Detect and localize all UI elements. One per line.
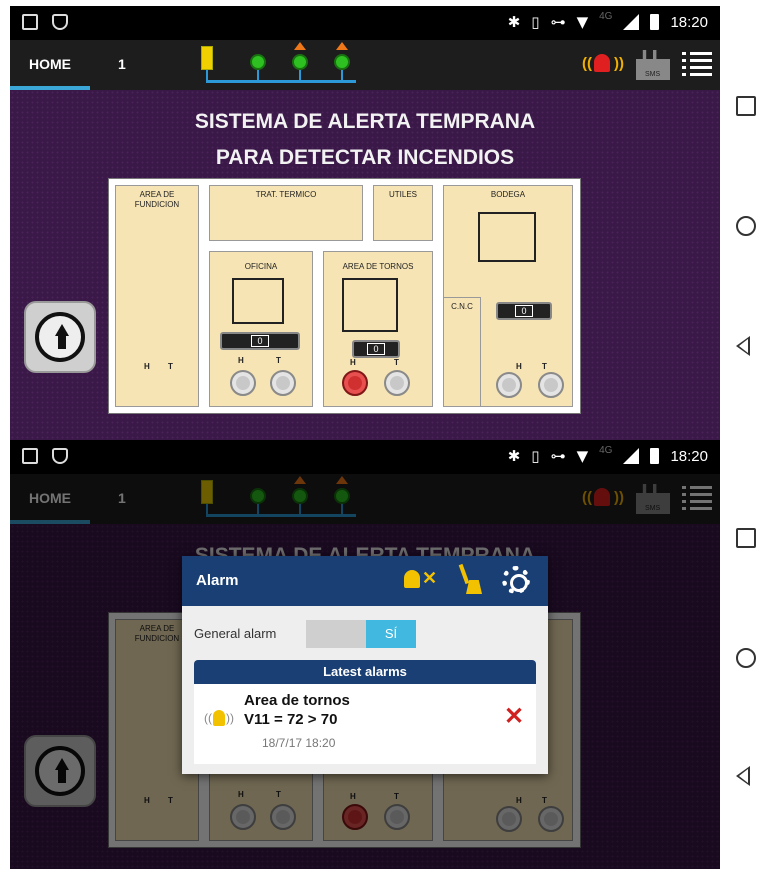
android-nav-bar <box>720 6 767 440</box>
green-light-icon <box>292 54 308 70</box>
warning-triangle-icon <box>294 42 306 50</box>
shield-notification-icon <box>52 448 68 464</box>
network-type: 4G <box>599 444 613 456</box>
tornos-marker <box>342 278 398 332</box>
room-trat-termico: TRAT. TERMICO <box>209 185 363 241</box>
app-toolbar: HOME 1 (()) SMS <box>10 40 720 90</box>
android-nav-bar <box>720 440 767 869</box>
temperature-sensor-knob <box>270 370 296 396</box>
vibrate-icon: ▯ <box>531 13 540 31</box>
ringing-bell-icon: (()) <box>204 710 234 726</box>
room-cnc: C.N.C <box>443 297 481 407</box>
up-button[interactable] <box>24 301 96 373</box>
image-notification-icon <box>22 448 38 464</box>
general-alarm-toggle[interactable]: SÍ <box>306 620 416 648</box>
menu-list-icon[interactable] <box>682 52 712 78</box>
signal-icon <box>623 448 640 464</box>
app-screen-top: ✱ ▯ ⊶ ▼ 4G 18:20 HOME 1 (()) SMS SISTEM… <box>10 6 720 440</box>
toggle-on-state: SÍ <box>366 620 416 648</box>
vibrate-icon: ▯ <box>531 447 540 465</box>
back-triangle-icon[interactable] <box>736 766 750 786</box>
signal-icon <box>623 14 640 30</box>
alarm-dialog: Alarm ✕ General alarm SÍ Latest alarms (… <box>182 556 548 774</box>
alarm-timestamp: 18/7/17 18:20 <box>262 736 336 750</box>
recent-apps-icon[interactable] <box>736 528 756 548</box>
main-content: SISTEMA DE ALERTA TEMPRANA PARA DETECTAR… <box>10 90 720 440</box>
temperature-sensor-knob <box>384 370 410 396</box>
clock: 18:20 <box>670 13 708 31</box>
tab-1[interactable]: 1 <box>118 40 138 90</box>
image-notification-icon <box>22 14 38 30</box>
wifi-icon: ▼ <box>576 13 589 31</box>
home-circle-icon[interactable] <box>736 216 756 236</box>
broom-clear-icon[interactable] <box>458 563 484 596</box>
home-circle-icon[interactable] <box>736 648 756 668</box>
close-icon[interactable]: ✕ <box>504 702 524 731</box>
mute-bell-icon[interactable]: ✕ <box>402 568 442 594</box>
alarm-bell-icon[interactable]: (()) <box>582 50 624 80</box>
alarm-list-item[interactable]: (()) Area de tornos V11 = 72 > 70 18/7/1… <box>194 684 536 764</box>
traffic-lights-indicator <box>196 42 366 86</box>
bluetooth-icon: ✱ <box>507 13 521 31</box>
oficina-readout: 0 <box>220 332 300 350</box>
room-fundicion: AREA DE FUNDICION H T <box>115 185 199 407</box>
phone-screenshot-top: ✱ ▯ ⊶ ▼ 4G 18:20 HOME 1 (()) SMS SISTEM… <box>0 6 767 440</box>
bodega-readout: 0 <box>496 302 552 320</box>
tab-home[interactable]: HOME <box>10 40 90 90</box>
humidity-sensor-knob <box>230 370 256 396</box>
temperature-sensor-knob <box>538 372 564 398</box>
tornos-readout: 0 <box>352 340 400 358</box>
humidity-sensor-knob <box>496 372 522 398</box>
network-type: 4G <box>599 10 613 22</box>
page-title-line1: SISTEMA DE ALERTA TEMPRANA <box>194 110 536 133</box>
latest-alarms-header: Latest alarms <box>194 660 536 684</box>
battery-icon <box>650 14 660 30</box>
bluetooth-icon: ✱ <box>507 447 521 465</box>
alarm-value: V11 = 72 > 70 <box>244 711 338 728</box>
recent-apps-icon[interactable] <box>736 96 756 116</box>
battery-icon <box>650 448 660 464</box>
yellow-light-icon <box>201 46 213 70</box>
clock: 18:20 <box>670 447 708 465</box>
gear-icon[interactable] <box>502 566 530 594</box>
key-icon: ⊶ <box>550 13 566 31</box>
room-tornos: AREA DE TORNOS 0 H T <box>323 251 433 407</box>
general-alarm-label: General alarm <box>194 626 277 641</box>
room-utiles: UTILES <box>373 185 433 241</box>
green-light-icon <box>334 54 350 70</box>
page-title-line2: PARA DETECTAR INCENDIOS <box>215 146 515 169</box>
alarm-name: Area de tornos <box>244 692 350 709</box>
arrow-up-icon <box>35 312 85 362</box>
key-icon: ⊶ <box>550 447 566 465</box>
green-light-icon <box>250 54 266 70</box>
status-bar: ✱ ▯ ⊶ ▼ 4G 18:20 <box>10 6 720 40</box>
floor-plan: AREA DE FUNDICION H T TRAT. TERMICO UTIL… <box>108 178 581 414</box>
humidity-sensor-alarm-knob <box>342 370 368 396</box>
room-oficina: OFICINA 0 H T <box>209 251 313 407</box>
sms-factory-icon[interactable]: SMS <box>636 50 670 80</box>
app-screen-bottom: ✱ ▯ ⊶ ▼ 4G 18:20 HOME 1 <box>10 440 720 869</box>
wifi-icon: ▼ <box>576 447 589 465</box>
warning-triangle-icon <box>336 42 348 50</box>
dialog-title: Alarm <box>196 572 239 589</box>
bodega-marker <box>478 212 536 262</box>
status-bar: ✱ ▯ ⊶ ▼ 4G 18:20 <box>10 440 720 474</box>
back-triangle-icon[interactable] <box>736 336 750 356</box>
oficina-marker <box>232 278 284 324</box>
phone-screenshot-bottom: ✱ ▯ ⊶ ▼ 4G 18:20 HOME 1 <box>0 440 767 869</box>
shield-notification-icon <box>52 14 68 30</box>
dialog-header: Alarm ✕ <box>182 556 548 606</box>
